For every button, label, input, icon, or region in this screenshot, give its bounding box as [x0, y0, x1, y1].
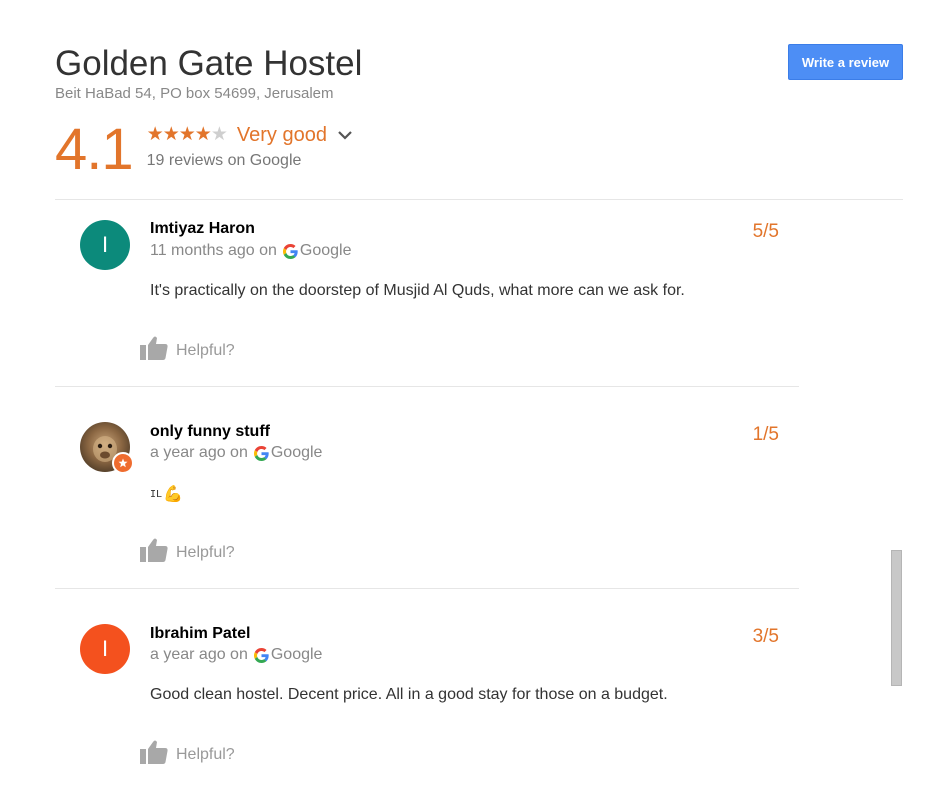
place-name: Golden Gate Hostel: [55, 44, 363, 83]
review-time: 11 months ago on: [150, 242, 277, 259]
helpful-label: Helpful?: [176, 746, 235, 763]
review-text: Good clean hostel. Decent price. All in …: [150, 686, 668, 703]
star-icon: ★: [146, 124, 164, 145]
rating-word: Very good: [236, 123, 327, 146]
avatar[interactable]: I: [80, 220, 130, 270]
review-score: 3/5: [752, 626, 779, 647]
helpful-button[interactable]: Helpful?: [139, 740, 235, 770]
flexed-biceps-icon: 💪: [163, 486, 183, 503]
local-guide-badge-icon: [112, 452, 134, 474]
place-header: Golden Gate Hostel Beit HaBad 54, PO box…: [55, 44, 362, 102]
review-time: a year ago on: [150, 646, 248, 663]
avatar[interactable]: I: [80, 624, 130, 674]
write-review-button[interactable]: Write a review: [788, 44, 903, 80]
star-empty-icon: ★: [210, 124, 228, 145]
helpful-label: Helpful?: [176, 342, 235, 359]
rating-summary: 4.1 ★★★★★ Very good 19 reviews on Google: [55, 118, 353, 182]
star-icon: ★: [194, 124, 212, 145]
review-item: I Ibrahim Patel a year ago on Google 3/5…: [55, 590, 799, 799]
review-author[interactable]: only funny stuff: [150, 423, 270, 441]
thumbs-up-icon: [139, 740, 169, 770]
review-score: 1/5: [752, 424, 779, 445]
google-icon: [253, 647, 269, 663]
scrollbar-thumb[interactable]: [891, 550, 902, 686]
google-icon: [253, 445, 269, 461]
review-source: Google: [299, 242, 352, 259]
review-author[interactable]: Ibrahim Patel: [150, 625, 250, 643]
review-meta: 11 months ago on Google: [150, 242, 352, 260]
review-source: Google: [270, 646, 323, 663]
avatar[interactable]: [80, 422, 134, 474]
rating-stars: ★★★★★: [146, 124, 228, 145]
review-meta: a year ago on Google: [150, 646, 322, 664]
helpful-label: Helpful?: [176, 544, 235, 561]
review-text: It's practically on the doorstep of Musj…: [150, 282, 685, 299]
google-icon: [282, 243, 298, 259]
review-time: a year ago on: [150, 444, 248, 461]
helpful-button[interactable]: Helpful?: [139, 538, 235, 568]
thumbs-up-icon: [139, 538, 169, 568]
overall-rating: 4.1: [55, 117, 134, 182]
divider: [55, 588, 799, 589]
place-address: Beit HaBad 54, PO box 54699, Jerusalem: [55, 85, 334, 102]
review-meta: a year ago on Google: [150, 444, 322, 462]
review-text-content: IL: [150, 488, 163, 500]
review-count: 19 reviews on Google: [146, 152, 302, 169]
star-icon: ★: [178, 124, 196, 145]
review-item: I Imtiyaz Haron 11 months ago on Google …: [55, 200, 799, 387]
review-item: only funny stuff a year ago on Google 1/…: [55, 388, 799, 589]
helpful-button[interactable]: Helpful?: [139, 336, 235, 366]
review-author[interactable]: Imtiyaz Haron: [150, 220, 255, 238]
review-source: Google: [270, 444, 323, 461]
star-icon: ★: [162, 124, 180, 145]
review-score: 5/5: [752, 221, 779, 242]
divider: [55, 386, 799, 387]
review-text: IL 💪: [150, 484, 183, 504]
thumbs-up-icon: [139, 336, 169, 366]
chevron-down-icon[interactable]: [337, 130, 353, 140]
